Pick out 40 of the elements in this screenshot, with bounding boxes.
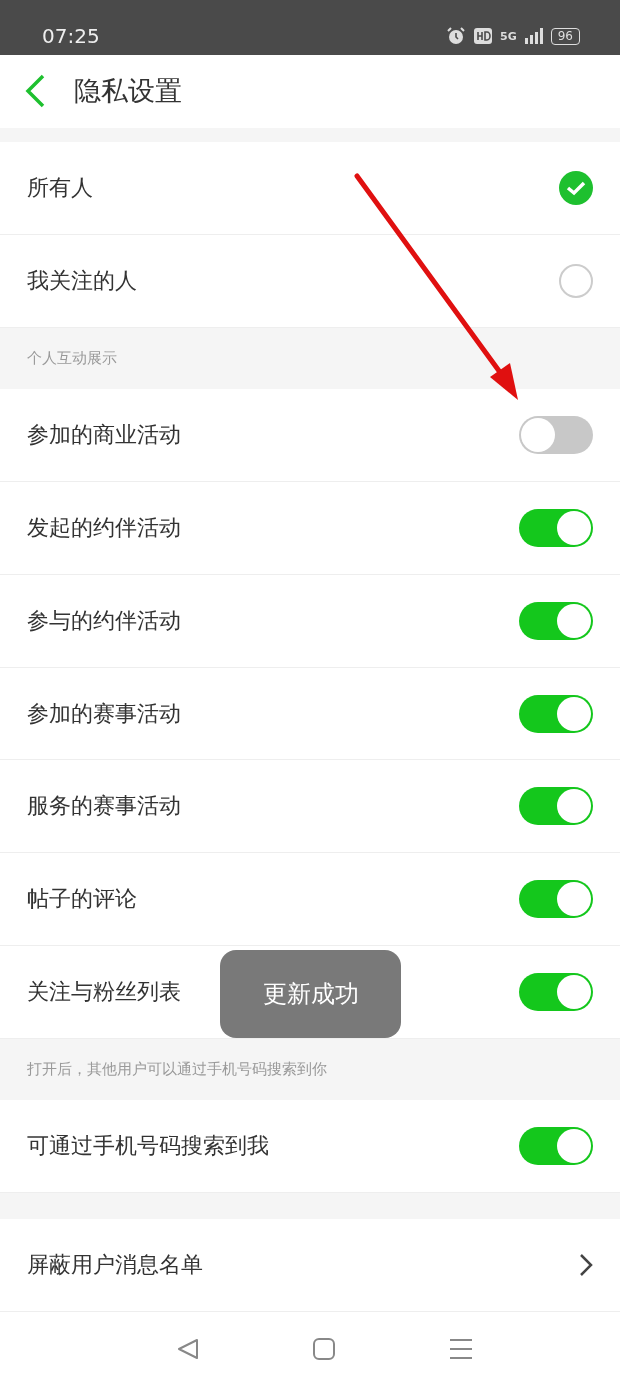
toggle-switch[interactable] (519, 415, 593, 454)
radio-button[interactable] (559, 263, 593, 298)
option-row[interactable]: 我关注的人 (0, 234, 620, 328)
network-type: 5G (500, 29, 517, 43)
section-title: 个人互动展示 (26, 347, 118, 369)
link-row[interactable]: 屏蔽用户消息名单 (0, 1219, 620, 1313)
section-hint: 打开后，其他用户可以通过手机号码搜索到你 (26, 1059, 328, 1081)
row-label: 服务的赛事活动 (27, 792, 181, 821)
alarm-icon (446, 26, 467, 47)
option-label: 我关注的人 (27, 266, 137, 295)
row-label: 参与的约伴活动 (27, 606, 181, 635)
row-label: 发起的约伴活动 (27, 513, 181, 542)
radio-button[interactable] (559, 170, 593, 205)
hd-icon (474, 28, 493, 45)
back-button[interactable] (24, 73, 46, 110)
row-label: 关注与粉丝列表 (27, 978, 181, 1007)
row-label: 可通过手机号码搜索到我 (27, 1132, 269, 1161)
row-label: 参加的商业活动 (27, 420, 181, 449)
row-label: 参加的赛事活动 (27, 699, 181, 728)
status-time: 07:25 (42, 24, 100, 49)
home-square-icon[interactable] (313, 1338, 335, 1361)
toggle-switch[interactable] (519, 694, 593, 733)
chevron-right-icon (579, 1253, 593, 1278)
check-icon (566, 179, 586, 196)
battery-level: 96 (550, 27, 580, 45)
toggle-switch[interactable] (519, 880, 593, 919)
signal-icon (524, 28, 543, 45)
page-title: 隐私设置 (74, 74, 182, 109)
toggle-switch[interactable] (519, 973, 593, 1012)
toggle-switch[interactable] (519, 787, 593, 826)
back-triangle-icon[interactable] (177, 1338, 199, 1361)
option-label: 所有人 (27, 173, 93, 202)
toggle-switch[interactable] (519, 1127, 593, 1166)
toast-message: 更新成功 (220, 950, 401, 1038)
toggle-switch[interactable] (519, 508, 593, 547)
row-label: 帖子的评论 (27, 885, 137, 914)
toggle-switch[interactable] (519, 601, 593, 640)
option-row[interactable]: 所有人 (0, 141, 620, 235)
link-label: 屏蔽用户消息名单 (27, 1251, 203, 1280)
menu-icon[interactable] (449, 1338, 473, 1361)
